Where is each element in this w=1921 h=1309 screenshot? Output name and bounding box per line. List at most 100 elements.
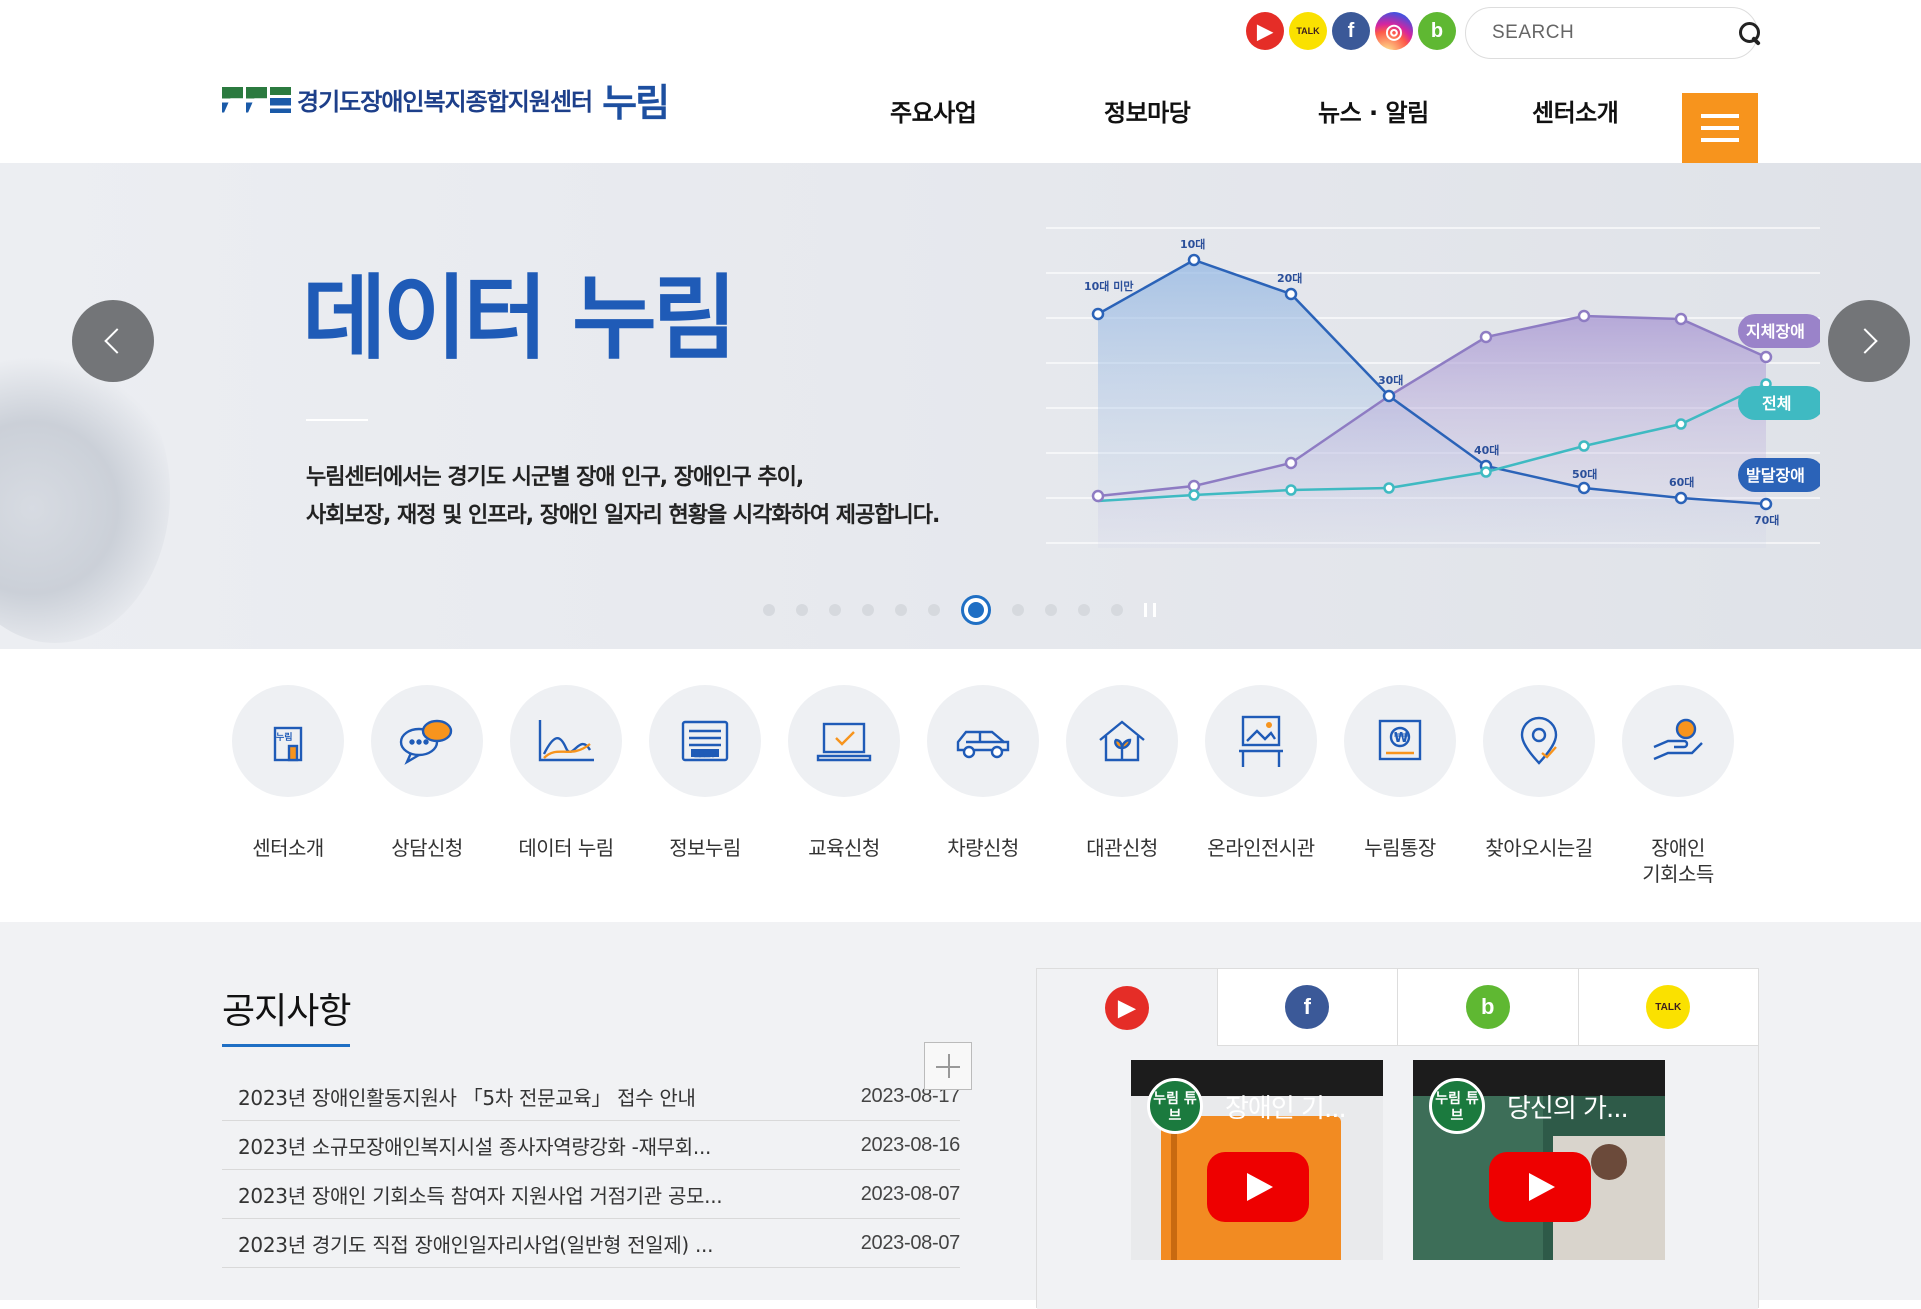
chart-label-age-4: 40대	[1474, 443, 1499, 457]
car-icon	[927, 685, 1039, 797]
chart-label-age-7: 70대	[1754, 513, 1779, 527]
video-card[interactable]: 누림 튜브 장애인 기...	[1131, 1060, 1383, 1260]
nav-item-main-business[interactable]: 주요사업	[890, 93, 1104, 128]
quick-item-opportunity-income[interactable]: 장애인 기회소득	[1608, 685, 1748, 887]
notice-item-title: 2023년 장애인 기회소득 참여자 지원사업 거점기관 공모...	[238, 1183, 723, 1208]
play-icon[interactable]	[1489, 1152, 1591, 1222]
quick-item-label: 정보누림	[669, 836, 741, 860]
quick-item-education[interactable]: 교육신청	[774, 685, 914, 887]
slide-next-button[interactable]	[1828, 300, 1910, 382]
quick-item-info[interactable]: NEWS 정보누림	[635, 685, 775, 887]
data-chart-icon	[510, 685, 622, 797]
quick-item-label: 센터소개	[252, 836, 324, 860]
slide-dot[interactable]	[796, 604, 808, 616]
facebook-icon[interactable]: f	[1332, 12, 1370, 50]
site-logo[interactable]: 경기도장애인복지종합지원센터 누림	[222, 72, 670, 127]
video-title: 당신의 가...	[1507, 1094, 1629, 1124]
hero-slider: 데이터 누림 누림센터에서는 경기도 시군별 장애 인구, 장애인구 추이, 사…	[0, 163, 1921, 649]
nav-item-info[interactable]: 정보마당	[1104, 93, 1318, 128]
notice-item[interactable]: 2023년 경기도 직접 장애인일자리사업(일반형 전일제) ... 2023-0…	[222, 1219, 960, 1268]
slide-dot[interactable]	[1045, 604, 1057, 616]
slide-dot[interactable]	[829, 604, 841, 616]
tab-facebook[interactable]: f	[1216, 969, 1397, 1046]
svg-text:NEWS: NEWS	[695, 751, 715, 758]
nav-item-news[interactable]: 뉴스 · 알림	[1318, 93, 1532, 128]
hero-title: 데이터 누림	[302, 265, 737, 372]
slide-dot-active[interactable]	[961, 595, 991, 625]
notice-item[interactable]: 2023년 장애인활동지원사 「5차 전문교육」 접수 안내 2023-08-17	[222, 1072, 960, 1121]
hamburger-menu-button[interactable]	[1682, 93, 1758, 163]
notice-title: 공지사항	[222, 982, 351, 1047]
notice-item[interactable]: 2023년 장애인 기회소득 참여자 지원사업 거점기관 공모... 2023-0…	[222, 1170, 960, 1219]
youtube-icon: ▶	[1104, 985, 1149, 1030]
notice-item-date: 2023-08-07	[860, 1231, 961, 1254]
laptop-check-icon	[788, 685, 900, 797]
chart-series-physical: 지체장애	[1746, 322, 1805, 341]
slide-dot[interactable]	[1012, 604, 1024, 616]
hero-decoration	[0, 343, 170, 643]
nurim-building-icon: 누림	[232, 685, 344, 797]
notice-item[interactable]: 2023년 소규모장애인복지시설 종사자역량강화 -재무회... 2023-08-…	[222, 1121, 960, 1170]
nurim-tube-badge: 누림 튜브	[1429, 1078, 1485, 1134]
main-nav: 주요사업 정보마당 뉴스 · 알림 센터소개	[890, 93, 1746, 128]
chart-label-age-1: 10대	[1180, 237, 1205, 251]
house-sprout-icon	[1066, 685, 1178, 797]
quick-item-about[interactable]: 누림 센터소개	[218, 685, 358, 887]
quick-item-data[interactable]: 데이터 누림	[496, 685, 636, 887]
slide-dot[interactable]	[1111, 604, 1123, 616]
slide-dot[interactable]	[928, 604, 940, 616]
sns-feed: ▶ f b TALK 누림 튜브 장애인 기... 누림 튜브 당신의 가...	[1036, 968, 1759, 1309]
slide-dot[interactable]	[763, 604, 775, 616]
slide-pagination	[763, 595, 1156, 625]
tab-kakao-talk[interactable]: TALK	[1577, 969, 1758, 1046]
notice-item-date: 2023-08-07	[860, 1182, 961, 1205]
chevron-right-icon	[1852, 328, 1878, 354]
notice-item-date: 2023-08-16	[860, 1133, 961, 1156]
quick-item-label: 찾아오시는길	[1485, 836, 1593, 860]
bankbook-won-icon: ₩	[1344, 685, 1456, 797]
video-title: 장애인 기...	[1225, 1094, 1347, 1124]
chart-label-age-5: 50대	[1572, 467, 1597, 481]
notice-more-button[interactable]	[924, 1042, 972, 1090]
hero-desc-line-2: 사회보장, 재정 및 인프라, 장애인 일자리 현황을 시각화하여 제공합니다.	[306, 503, 940, 528]
chart-series-total: 전체	[1762, 394, 1791, 413]
notice-item-title: 2023년 소규모장애인복지시설 종사자역량강화 -재무회...	[238, 1134, 712, 1159]
search-input[interactable]	[1492, 22, 1737, 44]
quick-item-label: 장애인 기회소득	[1642, 836, 1714, 886]
chart-label-age-0: 10대 미만	[1084, 279, 1134, 293]
slide-dot[interactable]	[1078, 604, 1090, 616]
quick-item-label: 교육신청	[808, 836, 880, 860]
tab-youtube[interactable]: ▶	[1037, 969, 1217, 1046]
tab-blog[interactable]: b	[1397, 969, 1578, 1046]
pause-icon[interactable]	[1144, 603, 1156, 617]
hero-desc-line-1: 누림센터에서는 경기도 시군별 장애 인구, 장애인구 추이,	[306, 465, 804, 490]
blog-icon[interactable]: b	[1418, 12, 1456, 50]
chat-bubbles-icon	[371, 685, 483, 797]
slide-dot[interactable]	[895, 604, 907, 616]
svg-text:누림: 누림	[276, 731, 293, 743]
quick-item-label: 차량신청	[947, 836, 1019, 860]
play-icon[interactable]	[1207, 1152, 1309, 1222]
quick-item-rental[interactable]: 대관신청	[1052, 685, 1192, 887]
logo-brand: 누림	[602, 81, 670, 125]
youtube-icon[interactable]: ▶	[1246, 12, 1284, 50]
chart-label-age-6: 60대	[1669, 475, 1694, 489]
kakao-talk-icon[interactable]: TALK	[1289, 12, 1327, 50]
quick-item-counsel[interactable]: 상담신청	[357, 685, 497, 887]
location-pin-icon	[1483, 685, 1595, 797]
social-links: ▶ TALK f ◎ b	[1246, 12, 1456, 50]
video-card[interactable]: 누림 튜브 당신의 가...	[1413, 1060, 1665, 1260]
notice-item-title: 2023년 경기도 직접 장애인일자리사업(일반형 전일제) ...	[238, 1232, 714, 1257]
svg-text:₩: ₩	[1394, 731, 1409, 746]
slide-prev-button[interactable]	[72, 300, 154, 382]
bottom-section: 공지사항 2023년 장애인활동지원사 「5차 전문교육」 접수 안내 2023-…	[0, 922, 1921, 1309]
quick-item-gallery[interactable]: 온라인전시관	[1191, 685, 1331, 887]
quick-item-vehicle[interactable]: 차량신청	[913, 685, 1053, 887]
instagram-icon[interactable]: ◎	[1375, 12, 1413, 50]
quick-item-directions[interactable]: 찾아오시는길	[1469, 685, 1609, 887]
notice-list: 2023년 장애인활동지원사 「5차 전문교육」 접수 안내 2023-08-17…	[222, 1072, 972, 1268]
slide-dot[interactable]	[862, 604, 874, 616]
quick-menu-list: 누림 센터소개 상담신청 데이터 누림 NEWS 정보누림 교육신청 차량신청 …	[218, 685, 1747, 887]
quick-item-bankbook[interactable]: ₩ 누림통장	[1330, 685, 1470, 887]
quick-item-label: 온라인전시관	[1207, 836, 1315, 860]
